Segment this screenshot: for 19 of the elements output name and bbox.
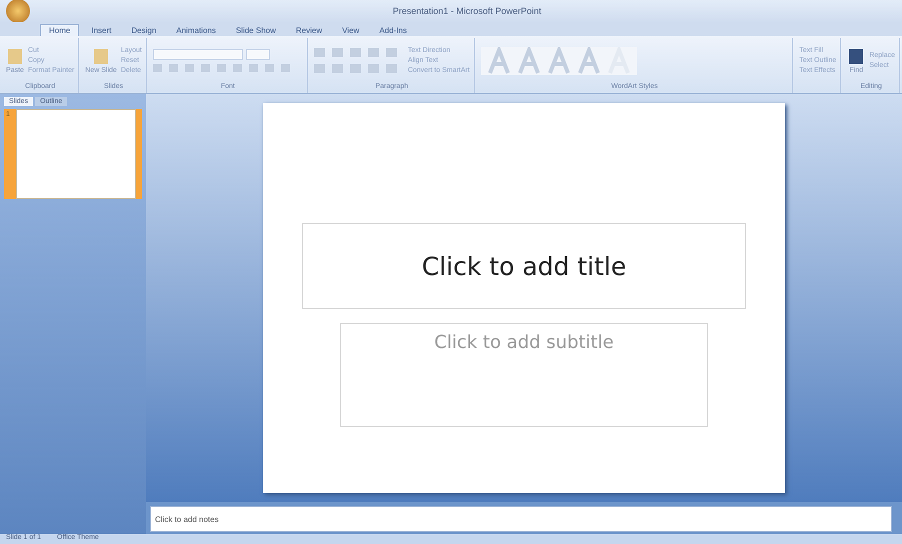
wordart-style-icon[interactable]	[546, 46, 571, 74]
ribbon-tab[interactable]: Animations	[168, 25, 224, 36]
wordart-style-icon[interactable]	[486, 46, 511, 74]
ribbon-tab[interactable]: Insert	[83, 25, 120, 36]
ribbon-tab[interactable]: Review	[288, 25, 330, 36]
title-placeholder[interactable]: Click to add title	[302, 223, 746, 309]
font-size-field[interactable]	[246, 48, 270, 60]
font-name-field[interactable]	[152, 48, 243, 60]
ribbon-tab[interactable]: View	[334, 25, 368, 36]
ribbon-tab[interactable]: Home	[40, 24, 80, 36]
window-title: Presentation1 - Microsoft PowerPoint	[392, 6, 542, 16]
ribbon-tab[interactable]: Add-Ins	[371, 25, 415, 36]
ribbon-tab[interactable]: Slide Show	[228, 25, 284, 36]
subtitle-placeholder[interactable]: Click to add subtitle	[340, 323, 708, 427]
wordart-style-icon[interactable]	[576, 46, 601, 74]
notes-field[interactable]: Click to add notes	[150, 506, 892, 532]
office-button[interactable]	[6, 0, 30, 23]
wordart-style-icon[interactable]	[516, 46, 541, 74]
ribbon-tab[interactable]: Design	[123, 25, 164, 36]
